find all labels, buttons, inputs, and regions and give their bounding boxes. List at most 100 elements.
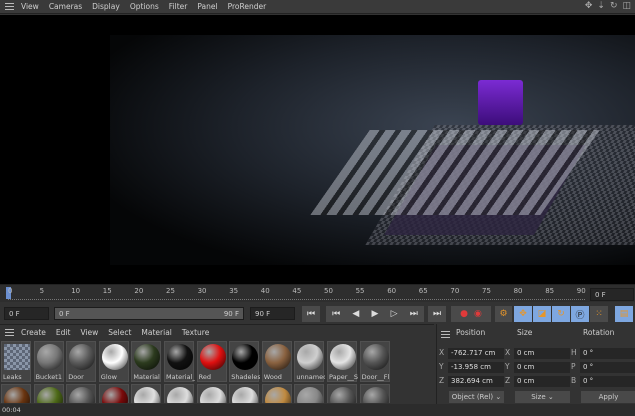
play-icon[interactable]: ▶ [372, 309, 379, 319]
menu-view[interactable]: View [80, 328, 98, 337]
material-swatch[interactable]: Material [131, 341, 162, 382]
material-preview [4, 387, 30, 403]
material-swatch[interactable] [196, 384, 227, 403]
material-swatch[interactable]: unnamed [294, 341, 325, 382]
frame-range-slider[interactable]: 0 F 90 F [54, 307, 244, 320]
menu-icon[interactable] [5, 329, 14, 336]
material-preview [167, 387, 193, 403]
rotation-p-field[interactable]: 0 ° [580, 362, 635, 373]
record-icon[interactable]: ● [460, 309, 468, 319]
material-swatch[interactable] [33, 384, 64, 403]
material-swatch[interactable] [261, 384, 292, 403]
timeline-tick: 10 [71, 287, 81, 295]
material-swatch[interactable] [359, 384, 390, 403]
material-swatch[interactable]: Paper__S [327, 341, 358, 382]
position-z-field[interactable]: 382.694 cm [448, 376, 504, 387]
size-z-field[interactable]: 0 cm [514, 376, 570, 387]
material-swatch[interactable] [1, 384, 31, 403]
menu-filter[interactable]: Filter [169, 2, 188, 11]
menu-icon[interactable] [441, 331, 450, 338]
go-to-start-button[interactable]: ⏮ [302, 306, 320, 322]
menu-view[interactable]: View [21, 2, 39, 11]
material-name: Shadeless [231, 373, 261, 381]
size-x-field[interactable]: 0 cm [514, 348, 570, 359]
timeline-icon[interactable]: ▤ [615, 306, 633, 322]
material-name: Bucket1 [35, 373, 62, 381]
go-to-end-button[interactable]: ⏭ [428, 306, 446, 322]
material-swatch[interactable] [294, 384, 325, 403]
material-swatch[interactable] [164, 384, 194, 403]
start-frame-field[interactable]: 0 F [4, 307, 49, 320]
material-swatch[interactable]: Shadeless [229, 341, 261, 382]
next-frame-icon[interactable]: ▷ [391, 309, 398, 319]
first-key-icon[interactable]: ⏮ [332, 309, 340, 319]
menu-create[interactable]: Create [21, 328, 46, 337]
dolly-icon[interactable]: ⇣ [597, 1, 605, 11]
size-mode-dropdown[interactable]: Size ⌄ [515, 391, 570, 403]
size-axis-label: Z [505, 376, 511, 385]
material-swatch[interactable] [327, 384, 357, 403]
menu-options[interactable]: Options [130, 2, 159, 11]
position-key-icon[interactable]: ✥ [514, 306, 532, 322]
material-swatch[interactable] [98, 384, 129, 403]
menu-display[interactable]: Display [92, 2, 120, 11]
current-frame-field[interactable]: 0 F [590, 288, 634, 301]
menu-material[interactable]: Material [141, 328, 171, 337]
menu-prorender[interactable]: ProRender [228, 2, 267, 11]
3d-viewport[interactable] [0, 15, 635, 284]
rotation-header: Rotation [583, 328, 615, 337]
autokey-icon[interactable]: ◉ [474, 309, 482, 319]
mode-value: Object (Rel) [451, 393, 494, 401]
timeline-tick: 80 [513, 287, 523, 295]
material-name: Paper__S [329, 373, 358, 381]
keyframe-selection-icon[interactable]: ⚙ [495, 306, 512, 322]
apply-button[interactable]: Apply [581, 391, 635, 403]
menu-select[interactable]: Select [108, 328, 131, 337]
timeline-tick: 5 [39, 287, 45, 295]
material-swatch[interactable]: Door [66, 341, 97, 382]
position-x-field[interactable]: -762.717 cm [448, 348, 504, 359]
rotation-key-icon[interactable]: ↻ [552, 306, 570, 322]
material-preview [330, 344, 356, 370]
size-axis-label: Y [505, 362, 510, 371]
timeline-ruler[interactable]: 0 5 10 15 20 25 30 35 40 45 50 55 60 65 70 75 80 85 90 0 F [0, 284, 635, 302]
material-swatch[interactable] [229, 384, 260, 403]
move-view-icon[interactable]: ✥ [585, 1, 593, 11]
timeline-tick: 0 [8, 287, 13, 295]
material-preview [264, 344, 291, 370]
material-swatch[interactable]: Bucket1 [33, 341, 64, 382]
material-swatch[interactable]: Door__Fl [359, 341, 390, 382]
material-swatch[interactable]: Wood [261, 341, 292, 382]
coordinate-mode-dropdown[interactable]: Object (Rel) ⌄ [449, 391, 504, 403]
size-y-field[interactable]: 0 cm [514, 362, 570, 373]
prev-frame-icon[interactable]: ◀ [352, 309, 359, 319]
material-swatch[interactable]: Glow [98, 341, 129, 382]
parameter-key-icon[interactable]: Ⓟ [571, 306, 589, 322]
size-header: Size [517, 328, 533, 337]
rotation-h-field[interactable]: 0 ° [580, 348, 635, 359]
maximize-icon[interactable]: ◫ [622, 1, 631, 11]
rotate-view-icon[interactable]: ↻ [610, 1, 618, 11]
material-name: Material_ [166, 373, 195, 381]
scale-key-icon[interactable]: ◪ [533, 306, 551, 322]
pla-key-icon[interactable]: ⁙ [590, 306, 608, 322]
material-swatch[interactable]: Red [196, 341, 227, 382]
material-name: Door [68, 373, 84, 381]
position-y-field[interactable]: -13.958 cm [448, 362, 504, 373]
material-swatch[interactable] [131, 384, 162, 403]
material-swatch[interactable]: Leaks [1, 341, 31, 382]
material-swatch[interactable]: Material_ [164, 341, 195, 382]
end-frame-field[interactable]: 90 F [250, 307, 295, 320]
material-preview [199, 344, 226, 370]
menu-cameras[interactable]: Cameras [49, 2, 82, 11]
material-swatch[interactable] [66, 384, 97, 403]
menu-edit[interactable]: Edit [56, 328, 71, 337]
timeline-tick: 55 [355, 287, 365, 295]
timeline-tick: 60 [387, 287, 397, 295]
rotation-b-field[interactable]: 0 ° [580, 376, 635, 387]
menu-texture[interactable]: Texture [182, 328, 209, 337]
rotation-axis-label: H [571, 348, 577, 357]
menu-panel[interactable]: Panel [197, 2, 217, 11]
menu-icon[interactable] [5, 3, 14, 10]
last-key-icon[interactable]: ⏭ [410, 309, 418, 319]
